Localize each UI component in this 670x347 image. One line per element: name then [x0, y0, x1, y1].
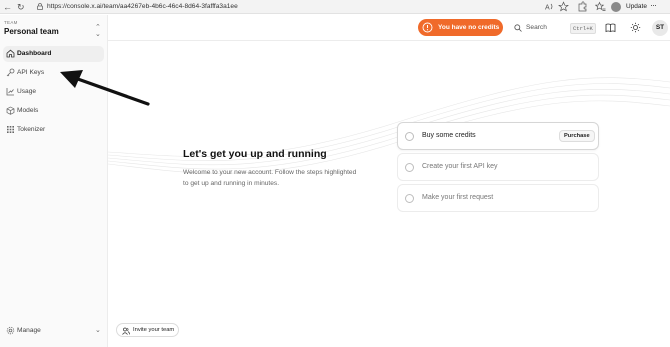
step-create-api-key[interactable]: Create your first API key [397, 153, 599, 181]
search-label: Search [526, 24, 547, 31]
purchase-button[interactable]: Purchase [559, 130, 595, 142]
team-switch-icon[interactable]: ⌃ ⌄ [95, 24, 101, 38]
invite-label: Invite your team [133, 327, 175, 333]
profile-avatar[interactable] [611, 2, 621, 12]
step-status-circle-icon [405, 132, 414, 141]
sidebar-item-label: Tokenizer [17, 126, 46, 133]
invite-team-button[interactable]: Invite your team [116, 323, 179, 337]
page-description: Welcome to your new account. Follow the … [183, 169, 357, 187]
step-status-circle-icon [405, 194, 414, 203]
update-button[interactable]: Update [626, 2, 647, 12]
step-label: Make your first request [422, 194, 494, 201]
sidebar-item-dashboard[interactable]: Dashboard [3, 46, 104, 62]
home-icon [6, 49, 15, 58]
docs-book-icon[interactable] [605, 22, 616, 33]
key-icon [6, 68, 15, 77]
chevron-down-icon: ⌄ [95, 327, 101, 334]
cube-icon [6, 106, 15, 115]
grid-icon [7, 126, 14, 133]
theme-sun-icon[interactable] [630, 22, 641, 33]
sidebar-item-label: Usage [17, 88, 37, 95]
step-label: Create your first API key [422, 163, 498, 170]
user-avatar[interactable]: ST [652, 20, 668, 36]
alert-icon [422, 22, 433, 33]
read-aloud-icon[interactable]: A [544, 1, 555, 12]
favorite-star-icon[interactable] [558, 1, 569, 12]
back-icon[interactable]: ← [3, 1, 12, 13]
extensions-icon[interactable] [577, 1, 588, 12]
no-credits-button[interactable]: You have no credits [418, 19, 503, 36]
sidebar-item-label: Models [17, 107, 39, 114]
annotation-arrow-icon [60, 70, 150, 106]
browser-menu-icon[interactable]: ··· [650, 0, 657, 10]
step-label: Buy some credits [422, 132, 476, 139]
svg-text:A: A [545, 5, 550, 12]
page-title: Let's get you up and running [183, 148, 327, 160]
search-button[interactable]: Search Ctrl+K [512, 20, 596, 36]
sidebar: TEAM Personal team ⌃ ⌄ Dashboard API Keys… [0, 15, 108, 347]
sidebar-item-tokenizer[interactable]: Tokenizer [3, 122, 104, 138]
favorites-icon[interactable] [595, 1, 606, 12]
sidebar-item-label: API Keys [17, 69, 45, 76]
browser-toolbar: ← ↻ https://console.x.ai/team/aa4267eb-4… [0, 0, 670, 14]
step-status-circle-icon [405, 163, 414, 172]
chart-icon [6, 88, 14, 96]
users-icon [122, 327, 130, 335]
reload-icon[interactable]: ↻ [17, 1, 25, 13]
top-bar: You have no credits Search Ctrl+K ST [108, 15, 670, 41]
search-icon [514, 24, 522, 32]
team-name[interactable]: Personal team [4, 27, 59, 36]
step-buy-credits[interactable]: Buy some credits Purchase [397, 122, 599, 150]
step-first-request[interactable]: Make your first request [397, 184, 599, 212]
manage-label: Manage [17, 327, 41, 334]
manage-menu[interactable]: Manage ⌄ [3, 324, 104, 338]
team-label: TEAM [4, 20, 18, 25]
site-info-icon[interactable] [37, 3, 43, 10]
gear-icon [6, 326, 15, 335]
onboarding-steps: Buy some credits Purchase Create your fi… [397, 122, 599, 214]
search-shortcut: Ctrl+K [570, 23, 596, 34]
sidebar-item-label: Dashboard [17, 50, 52, 57]
address-bar[interactable]: https://console.x.ai/team/aa4267eb-4b6c-… [47, 2, 238, 12]
credits-label: You have no credits [438, 23, 500, 31]
